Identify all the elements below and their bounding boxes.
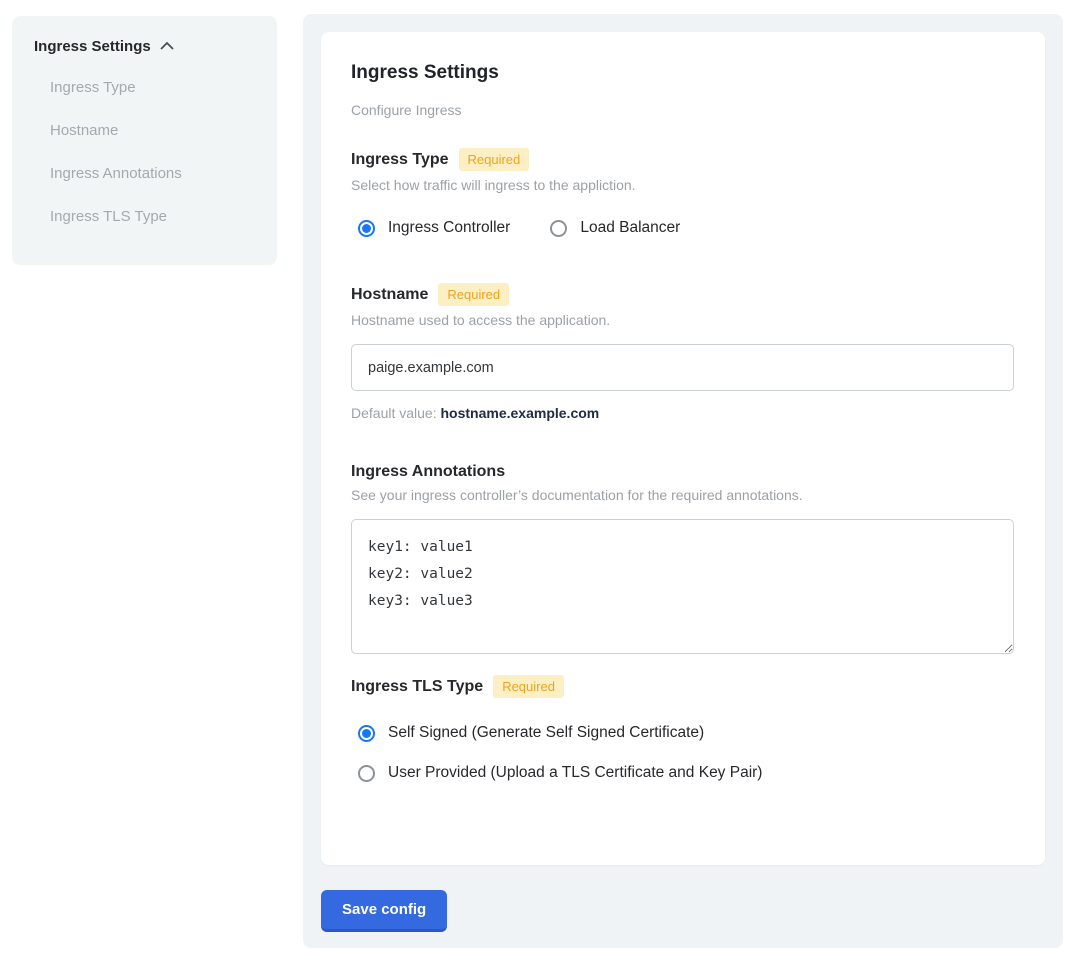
section-title-ingress-type: Ingress Type (351, 151, 449, 169)
chevron-up-icon (159, 38, 175, 55)
sidebar-section-title: Ingress Settings (34, 38, 151, 55)
radio-selected-icon (358, 220, 375, 237)
section-ingress-tls-type: Ingress TLS Type Required Self Signed (G… (351, 675, 1015, 782)
section-title-hostname: Hostname (351, 286, 428, 304)
section-title-ingress-annotations: Ingress Annotations (351, 463, 505, 481)
sidebar-item-ingress-type[interactable]: Ingress Type (50, 79, 255, 96)
main-panel: Ingress Settings Configure Ingress Ingre… (303, 14, 1063, 948)
section-ingress-annotations: Ingress Annotations See your ingress con… (351, 463, 1015, 659)
sidebar-item-ingress-annotations[interactable]: Ingress Annotations (50, 165, 255, 182)
required-badge: Required (438, 283, 509, 306)
radio-user-provided[interactable]: User Provided (Upload a TLS Certificate … (358, 764, 1015, 782)
settings-sidebar: Ingress Settings Ingress Type Hostname I… (12, 16, 277, 265)
sidebar-nav: Ingress Type Hostname Ingress Annotation… (34, 79, 255, 225)
required-badge: Required (493, 675, 564, 698)
hostname-default-note: Default value: hostname.example.com (351, 405, 1015, 421)
required-badge: Required (459, 148, 530, 171)
sidebar-item-hostname[interactable]: Hostname (50, 122, 255, 139)
page-title: Ingress Settings (351, 62, 1015, 84)
section-title-ingress-tls-type: Ingress TLS Type (351, 678, 483, 696)
save-row: Save config (321, 890, 1045, 932)
ingress-settings-card: Ingress Settings Configure Ingress Ingre… (321, 32, 1045, 865)
radio-load-balancer[interactable]: Load Balancer (550, 219, 680, 237)
save-config-button[interactable]: Save config (321, 890, 447, 932)
sidebar-section-toggle[interactable]: Ingress Settings (34, 38, 255, 55)
hostname-default-value: hostname.example.com (441, 405, 600, 421)
ingress-type-help: Select how traffic will ingress to the a… (351, 177, 1015, 193)
annotations-help: See your ingress controller’s documentat… (351, 487, 1015, 503)
radio-self-signed[interactable]: Self Signed (Generate Self Signed Certif… (358, 724, 1015, 742)
tls-type-radio-group: Self Signed (Generate Self Signed Certif… (351, 724, 1015, 782)
ingress-type-radio-group: Ingress Controller Load Balancer (351, 219, 1015, 237)
section-ingress-type: Ingress Type Required Select how traffic… (351, 148, 1015, 237)
hostname-input[interactable] (351, 344, 1014, 391)
radio-ingress-controller[interactable]: Ingress Controller (358, 219, 510, 237)
radio-unselected-icon (550, 220, 567, 237)
sidebar-item-ingress-tls-type[interactable]: Ingress TLS Type (50, 208, 255, 225)
radio-selected-icon (358, 725, 375, 742)
radio-unselected-icon (358, 765, 375, 782)
page-subtitle: Configure Ingress (351, 102, 1015, 118)
annotations-textarea[interactable]: key1: value1 key2: value2 key3: value3 (351, 519, 1014, 654)
section-hostname: Hostname Required Hostname used to acces… (351, 283, 1015, 421)
hostname-help: Hostname used to access the application. (351, 312, 1015, 328)
